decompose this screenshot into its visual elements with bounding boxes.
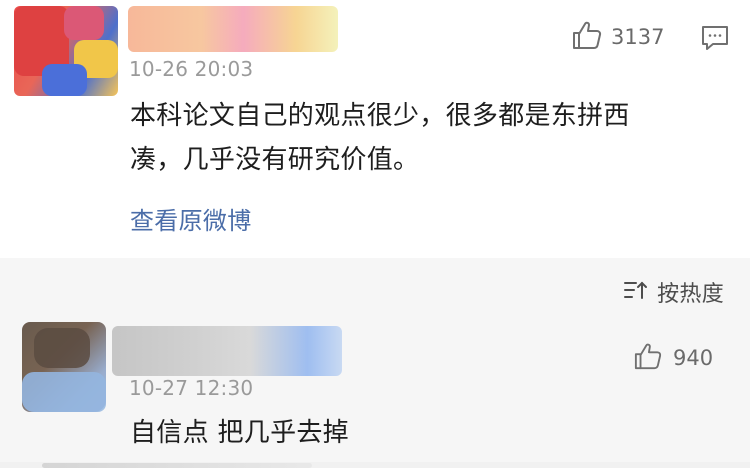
sort-icon	[623, 279, 649, 305]
view-original-weibo-link[interactable]: 查看原微博	[130, 201, 252, 236]
sort-bar: 按热度	[0, 258, 750, 322]
thumbs-up-icon	[571, 20, 603, 54]
username-blurred[interactable]	[112, 326, 342, 376]
avatar[interactable]	[22, 322, 106, 412]
like-count: 3137	[611, 25, 665, 49]
username-blurred[interactable]	[128, 6, 338, 52]
like-count: 940	[673, 346, 714, 370]
avatar[interactable]	[14, 6, 118, 96]
comment-icon[interactable]	[700, 24, 730, 56]
comment-card-2: 10-27 12:30 自信点 把几乎去掉 940	[0, 322, 750, 468]
comment-card-1: 10-26 20:03 本科论文自己的观点很少，很多都是东拼西 凑，几乎没有研究…	[0, 0, 750, 258]
like-button[interactable]: 3137	[571, 20, 673, 54]
sort-label: 按热度	[657, 282, 724, 307]
sort-by-hot-button[interactable]: 按热度	[623, 276, 724, 308]
comment-text: 本科论文自己的观点很少，很多都是东拼西 凑，几乎没有研究价值。	[130, 101, 630, 175]
like-button[interactable]: 940	[633, 342, 713, 374]
next-comment-cutoff	[0, 462, 750, 468]
comment-timestamp: 10-27 12:30	[129, 376, 254, 400]
comment-text: 自信点 把几乎去掉	[130, 418, 349, 448]
thumbs-up-icon	[633, 342, 663, 374]
comment-timestamp: 10-26 20:03	[129, 57, 254, 81]
